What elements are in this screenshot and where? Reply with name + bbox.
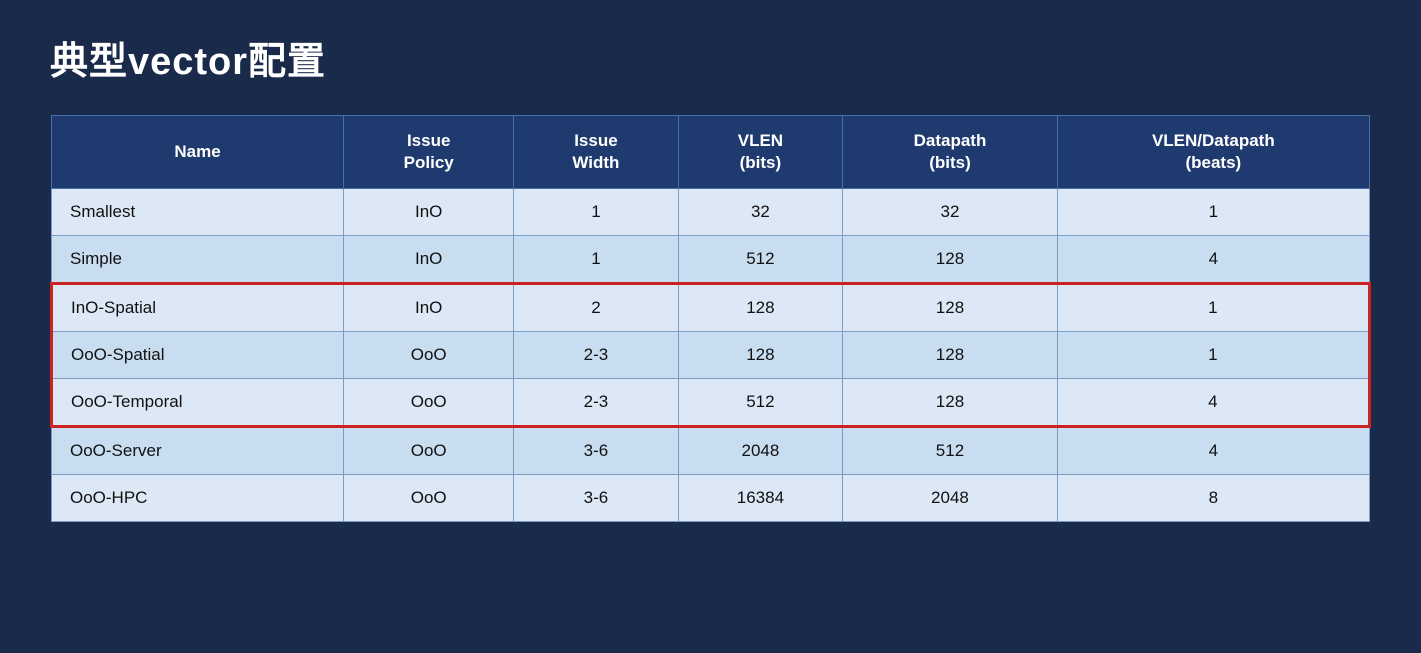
cell-4-2: 2-3	[514, 379, 678, 427]
cell-1-5: 4	[1057, 236, 1369, 284]
cell-4-1: OoO	[344, 379, 514, 427]
cell-6-2: 3-6	[514, 475, 678, 522]
cell-0-5: 1	[1057, 189, 1369, 236]
table-row: OoO-HPCOoO3-61638420488	[52, 475, 1370, 522]
table-row: OoO-TemporalOoO2-35121284	[52, 379, 1370, 427]
cell-3-1: OoO	[344, 332, 514, 379]
cell-3-5: 1	[1057, 332, 1369, 379]
cell-6-4: 2048	[843, 475, 1057, 522]
col-header-1: IssuePolicy	[344, 116, 514, 189]
col-header-0: Name	[52, 116, 344, 189]
cell-4-5: 4	[1057, 379, 1369, 427]
cell-0-2: 1	[514, 189, 678, 236]
table-body: SmallestInO132321SimpleInO15121284InO-Sp…	[52, 189, 1370, 522]
cell-3-4: 128	[843, 332, 1057, 379]
cell-2-5: 1	[1057, 284, 1369, 332]
cell-2-1: InO	[344, 284, 514, 332]
cell-0-0: Smallest	[52, 189, 344, 236]
table-row: SmallestInO132321	[52, 189, 1370, 236]
cell-4-0: OoO-Temporal	[52, 379, 344, 427]
cell-1-4: 128	[843, 236, 1057, 284]
cell-5-5: 4	[1057, 427, 1369, 475]
table-row: OoO-SpatialOoO2-31281281	[52, 332, 1370, 379]
col-header-2: IssueWidth	[514, 116, 678, 189]
table-header-row: NameIssuePolicyIssueWidthVLEN(bits)Datap…	[52, 116, 1370, 189]
cell-1-2: 1	[514, 236, 678, 284]
cell-3-3: 128	[678, 332, 843, 379]
cell-5-1: OoO	[344, 427, 514, 475]
cell-4-3: 512	[678, 379, 843, 427]
cell-1-3: 512	[678, 236, 843, 284]
col-header-3: VLEN(bits)	[678, 116, 843, 189]
cell-0-1: InO	[344, 189, 514, 236]
cell-1-1: InO	[344, 236, 514, 284]
cell-2-0: InO-Spatial	[52, 284, 344, 332]
table-row: SimpleInO15121284	[52, 236, 1370, 284]
cell-2-4: 128	[843, 284, 1057, 332]
cell-3-2: 2-3	[514, 332, 678, 379]
page-title: 典型vector配置	[50, 30, 326, 85]
cell-1-0: Simple	[52, 236, 344, 284]
vector-config-table: NameIssuePolicyIssueWidthVLEN(bits)Datap…	[50, 115, 1371, 522]
cell-5-3: 2048	[678, 427, 843, 475]
cell-2-3: 128	[678, 284, 843, 332]
cell-2-2: 2	[514, 284, 678, 332]
cell-5-4: 512	[843, 427, 1057, 475]
col-header-5: VLEN/Datapath(beats)	[1057, 116, 1369, 189]
cell-5-2: 3-6	[514, 427, 678, 475]
cell-3-0: OoO-Spatial	[52, 332, 344, 379]
table-row: InO-SpatialInO21281281	[52, 284, 1370, 332]
cell-4-4: 128	[843, 379, 1057, 427]
cell-5-0: OoO-Server	[52, 427, 344, 475]
table-row: OoO-ServerOoO3-620485124	[52, 427, 1370, 475]
cell-6-5: 8	[1057, 475, 1369, 522]
cell-6-1: OoO	[344, 475, 514, 522]
cell-0-3: 32	[678, 189, 843, 236]
cell-6-3: 16384	[678, 475, 843, 522]
col-header-4: Datapath(bits)	[843, 116, 1057, 189]
cell-6-0: OoO-HPC	[52, 475, 344, 522]
cell-0-4: 32	[843, 189, 1057, 236]
